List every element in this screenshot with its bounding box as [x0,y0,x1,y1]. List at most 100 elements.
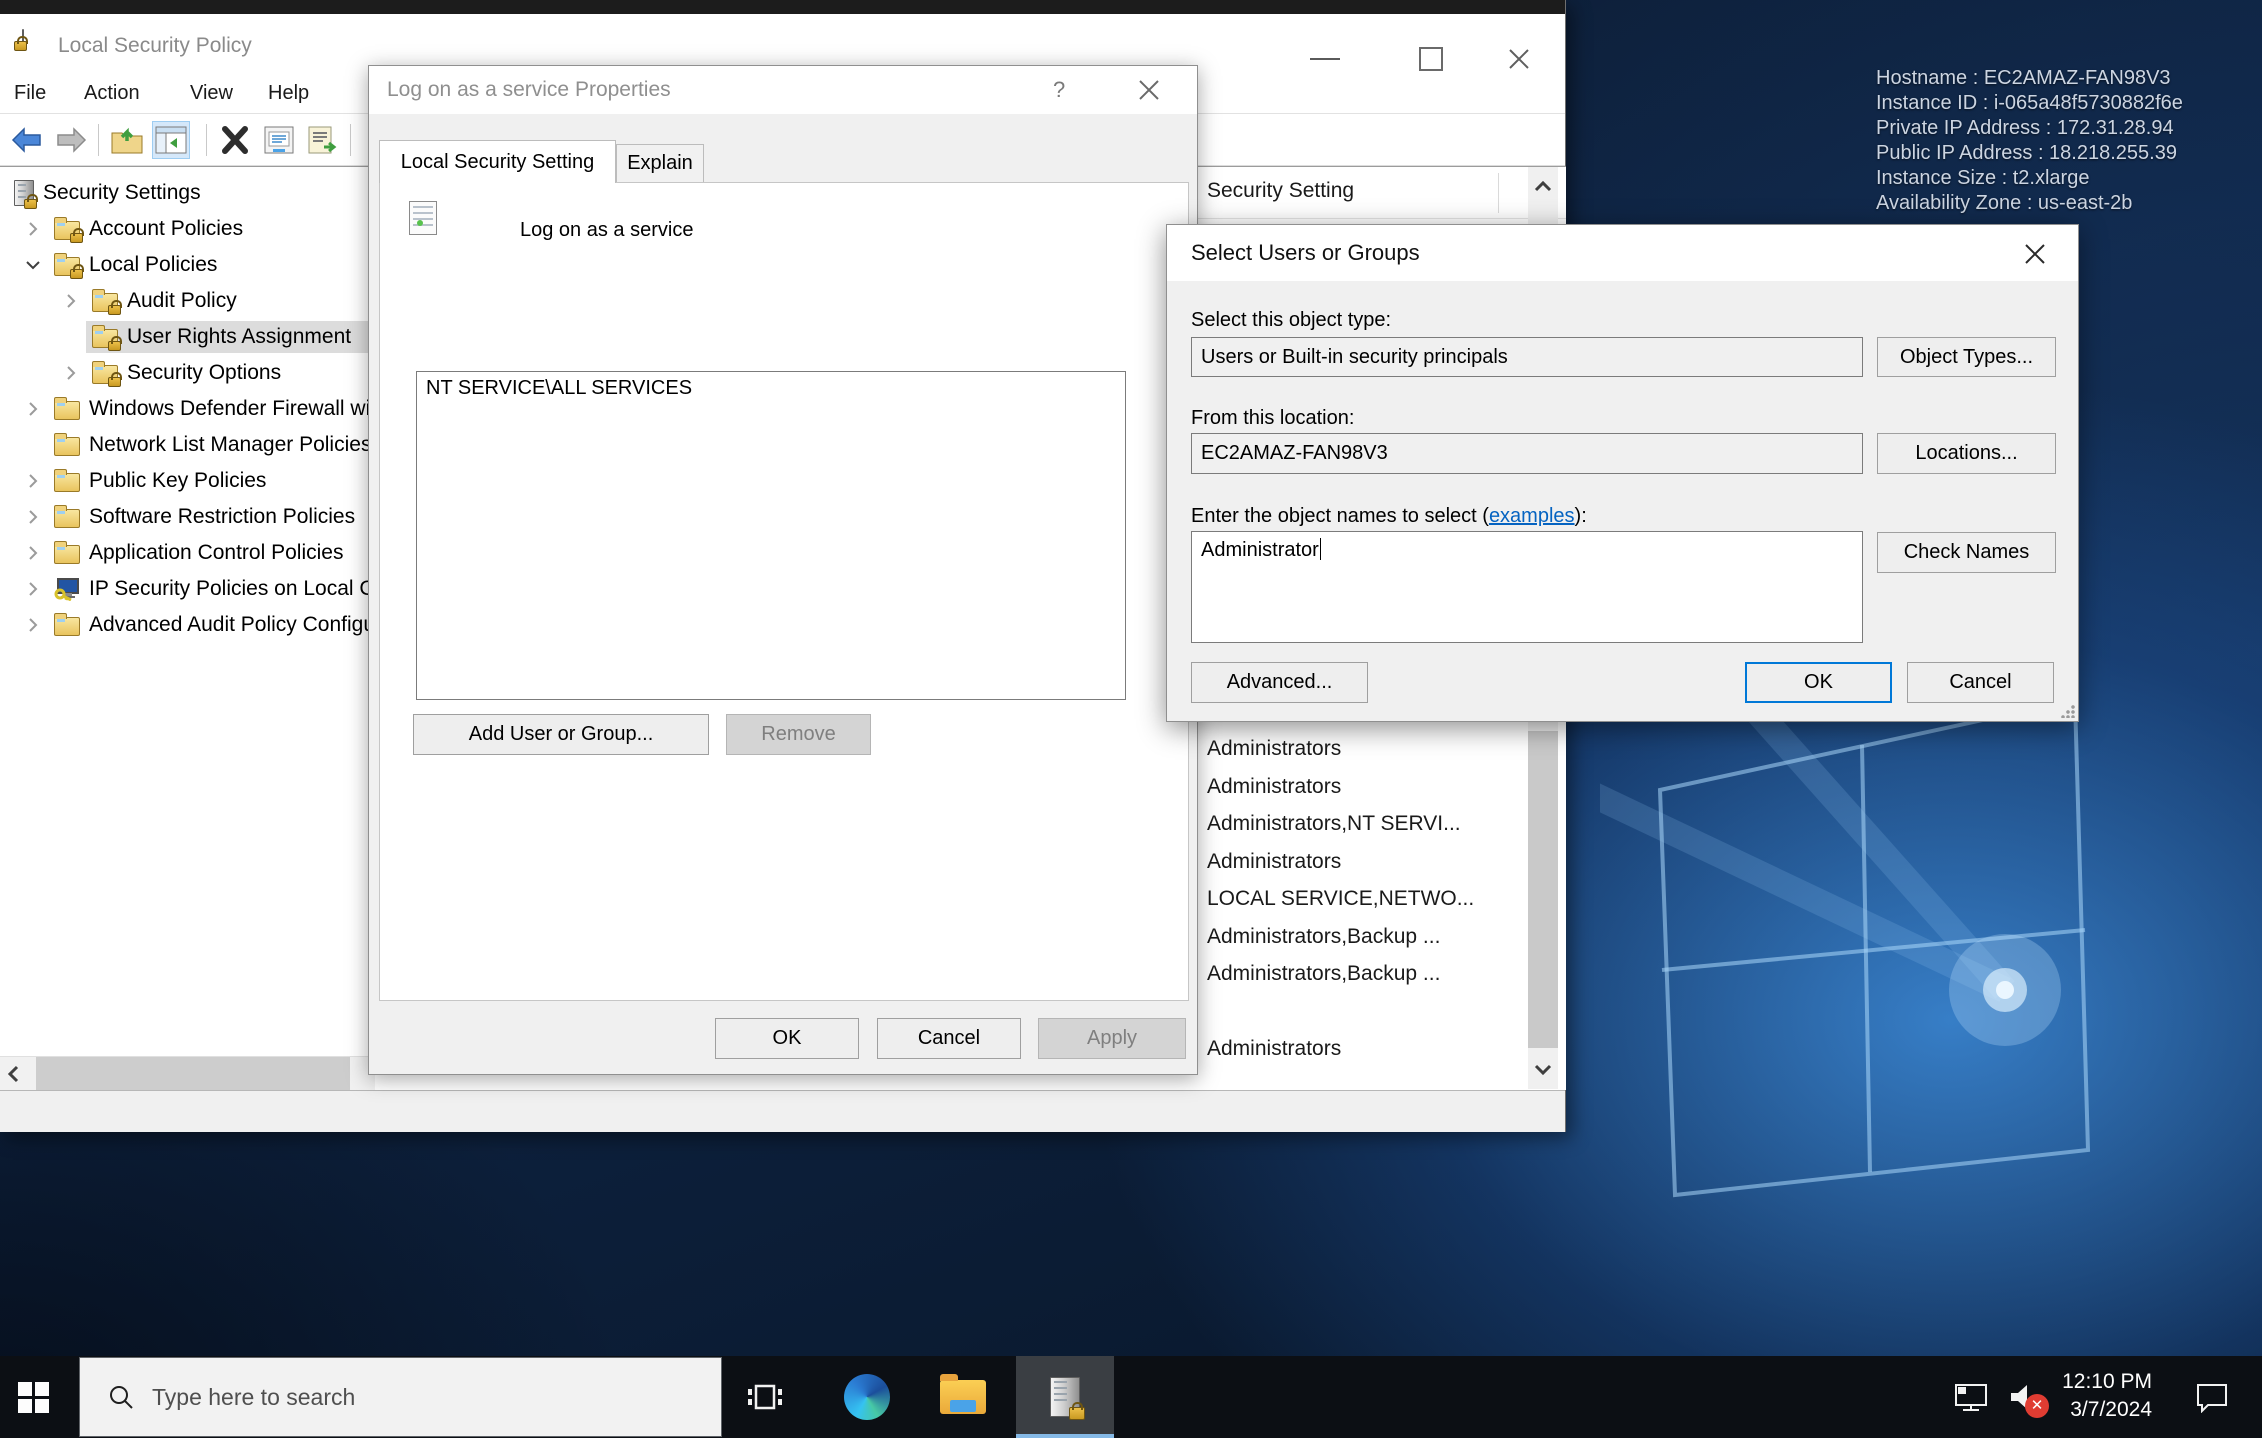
security-settings-icon [14,180,34,206]
tree-item-user-rights-assignment[interactable]: User Rights Assignment [0,319,374,355]
show-console-tree-icon[interactable] [152,121,190,159]
menu-action[interactable]: Action [84,82,140,105]
close-icon[interactable] [1137,78,1161,102]
close-icon[interactable] [2022,241,2048,267]
export-list-icon[interactable] [304,121,342,159]
advanced-button[interactable]: Advanced... [1191,662,1368,703]
scroll-down-icon[interactable] [1528,1051,1558,1089]
folder-icon [54,545,80,564]
delete-icon[interactable] [216,121,254,159]
object-type-field[interactable]: Users or Built-in security principals [1191,337,1863,377]
dialog-title-bar[interactable]: Select Users or Groups [1167,225,2078,281]
column-security-setting[interactable]: Security Setting [1207,179,1354,203]
action-center-icon[interactable] [2184,1356,2240,1438]
clock-time: 12:10 PM [2036,1368,2152,1396]
task-view-icon[interactable] [730,1356,800,1438]
tree-item-windows-defender-firewall[interactable]: Windows Defender Firewall with Advanced … [0,391,374,427]
cancel-button[interactable]: Cancel [877,1018,1021,1059]
menu-file[interactable]: File [14,82,46,105]
chevron-right-icon[interactable] [56,364,86,382]
tree-item-network-list-manager[interactable]: Network List Manager Policies [0,427,374,463]
tree-item-account-policies[interactable]: Account Policies [0,211,374,247]
member-item[interactable]: NT SERVICE\ALL SERVICES [426,377,1116,400]
tree-item-advanced-audit-policy[interactable]: Advanced Audit Policy Configuration [0,607,374,643]
object-names-input[interactable]: Administrator [1191,531,1863,643]
chevron-right-icon[interactable] [18,616,48,634]
ok-button[interactable]: OK [1745,662,1892,703]
tree-item-ip-security-policies[interactable]: IP Security Policies on Local Computer [0,571,374,607]
local-security-setting-page: Log on as a service NT SERVICE\ALL SERVI… [379,182,1189,1001]
tab-explain[interactable]: Explain [616,144,704,183]
list-item[interactable]: Administrators [1207,775,1341,812]
local-security-policy-taskbar-button[interactable] [1016,1356,1114,1438]
list-item[interactable]: Administrators [1207,1037,1341,1074]
back-icon[interactable] [8,121,46,159]
locations-button[interactable]: Locations... [1877,433,2056,474]
column-divider[interactable] [1498,173,1499,213]
tree-item-security-settings[interactable]: Security Settings [0,175,374,211]
tree-item-software-restriction-policies[interactable]: Software Restriction Policies [0,499,374,535]
chevron-right-icon[interactable] [18,508,48,526]
up-one-level-icon[interactable] [108,121,146,159]
start-button[interactable] [0,1356,66,1438]
tree-horizontal-scrollbar[interactable] [0,1056,375,1090]
chevron-right-icon[interactable] [56,292,86,310]
edge-icon[interactable] [832,1356,902,1438]
examples-link[interactable]: examples [1489,505,1575,527]
chevron-right-icon[interactable] [18,544,48,562]
list-item[interactable]: LOCAL SERVICE,NETWO... [1207,887,1474,924]
chevron-right-icon[interactable] [18,400,48,418]
help-icon[interactable]: ? [1053,66,1065,114]
cancel-button[interactable]: Cancel [1907,662,2054,703]
assigned-members-list[interactable]: NT SERVICE\ALL SERVICES [416,371,1126,700]
tree-item-local-policies[interactable]: Local Policies [0,247,374,283]
scroll-left-icon[interactable] [6,1064,20,1089]
tree-item-audit-policy[interactable]: Audit Policy [0,283,374,319]
chevron-right-icon[interactable] [18,472,48,490]
folder-icon [54,401,80,420]
console-tree: Security Settings Account Policies Local… [0,166,375,1056]
object-type-label: Select this object type: [1191,309,1391,332]
dialog-title: Log on as a service Properties [387,66,671,114]
check-names-button[interactable]: Check Names [1877,532,2056,573]
info-instance-size: Instance Size : t2.xlarge [1876,166,2183,191]
list-item[interactable]: Administrators [1207,737,1341,774]
search-input[interactable] [152,1384,652,1411]
scrollbar-thumb[interactable] [36,1057,350,1090]
add-user-or-group-button[interactable]: Add User or Group... [413,714,709,755]
log-on-as-a-service-properties-dialog: Log on as a service Properties ? Local S… [368,65,1198,1075]
chevron-right-icon[interactable] [18,220,48,238]
list-item[interactable]: Administrators [1207,850,1341,887]
menu-view[interactable]: View [190,82,233,105]
ok-button[interactable]: OK [715,1018,859,1059]
close-icon[interactable] [1506,46,1532,72]
select-users-or-groups-dialog: Select Users or Groups Select this objec… [1166,224,2079,722]
dialog-title-bar[interactable]: Log on as a service Properties ? [369,66,1197,114]
list-item[interactable]: Administrators,NT SERVI... [1207,812,1461,849]
info-public-ip: Public IP Address : 18.218.255.39 [1876,141,2183,166]
network-icon[interactable] [1946,1356,1998,1438]
chevron-down-icon[interactable] [18,256,48,274]
tree-item-security-options[interactable]: Security Options [0,355,374,391]
tab-local-security-setting[interactable]: Local Security Setting [379,140,616,183]
minimize-icon[interactable] [1310,58,1340,60]
tree-item-public-key-policies[interactable]: Public Key Policies [0,463,374,499]
apply-button: Apply [1038,1018,1186,1059]
file-explorer-icon[interactable] [928,1356,998,1438]
chevron-right-icon[interactable] [18,580,48,598]
from-location-field[interactable]: EC2AMAZ-FAN98V3 [1191,433,1863,474]
taskbar-search[interactable] [79,1357,722,1437]
folder-lock-icon [92,329,118,348]
properties-icon[interactable] [260,121,298,159]
taskbar-clock[interactable]: 12:10 PM 3/7/2024 [2036,1368,2152,1424]
object-types-button[interactable]: Object Types... [1877,337,2056,377]
list-item[interactable]: Administrators,Backup ... [1207,925,1440,962]
resize-grip[interactable] [2061,704,2075,718]
scrollbar-thumb[interactable] [1528,731,1558,1048]
maximize-icon[interactable] [1419,47,1443,71]
list-item[interactable]: Administrators,Backup ... [1207,962,1440,999]
menu-help[interactable]: Help [268,82,309,105]
scroll-up-icon[interactable] [1528,167,1558,205]
tree-item-application-control-policies[interactable]: Application Control Policies [0,535,374,571]
forward-icon[interactable] [52,121,90,159]
